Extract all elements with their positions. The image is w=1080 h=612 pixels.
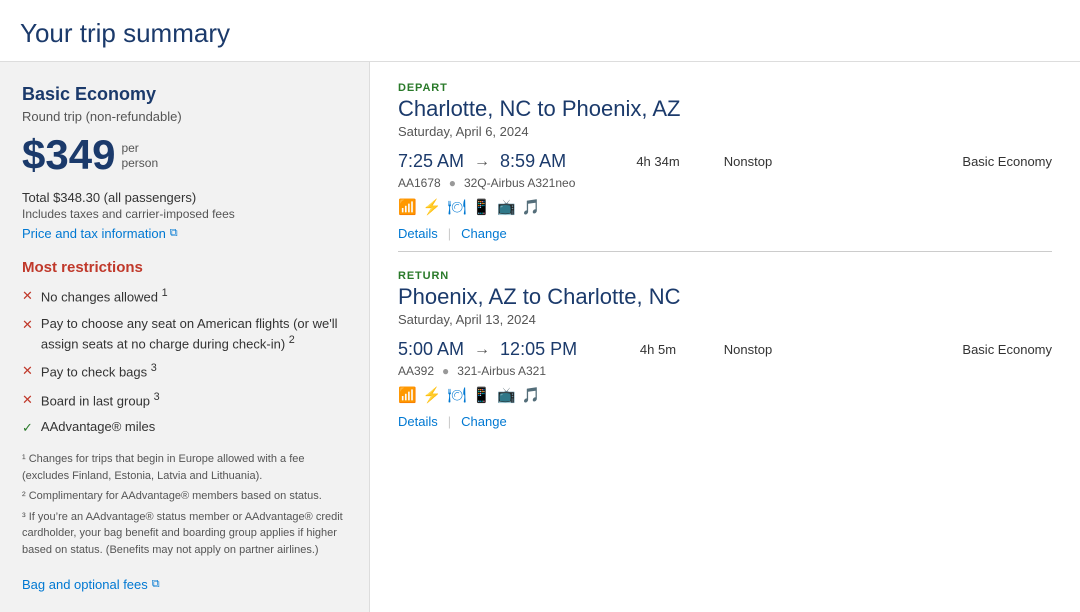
price-amount: $349: [22, 134, 115, 176]
restriction-item: ✕ Board in last group 3: [22, 390, 347, 411]
tv-icon: 📺: [497, 386, 516, 404]
restriction-item: ✕ No changes allowed 1: [22, 286, 347, 307]
depart-duration: 4h 34m: [618, 154, 698, 169]
return-duration: 4h 5m: [618, 342, 698, 357]
depart-meta: AA1678 ● 32Q-Airbus A321neo: [398, 176, 1052, 190]
return-date: Saturday, April 13, 2024: [398, 312, 1052, 327]
depart-details-link[interactable]: Details: [398, 226, 438, 241]
return-aircraft: 321-Airbus A321: [457, 364, 546, 378]
depart-times: 7:25 AM → 8:59 AM: [398, 151, 618, 172]
advantage-miles-item: ✓ AAdvantage® miles: [22, 418, 347, 437]
return-arrive-time: 12:05 PM: [500, 339, 577, 360]
external-link-icon: ⧉: [170, 227, 178, 240]
x-icon: ✕: [22, 362, 33, 380]
left-panel: Basic Economy Round trip (non-refundable…: [0, 62, 370, 612]
return-flight-row: 5:00 AM → 12:05 PM 4h 5m Nonstop Basic E…: [398, 339, 1052, 360]
check-icon: ✓: [22, 419, 33, 437]
depart-actions: Details | Change: [398, 226, 1052, 241]
right-panel: DEPART Charlotte, NC to Phoenix, AZ Satu…: [370, 62, 1080, 612]
wifi-icon: 📶: [398, 198, 417, 216]
return-flight-number: AA392: [398, 364, 434, 378]
power-icon: ⚡: [423, 386, 442, 404]
bag-fees-link[interactable]: Bag and optional fees ⧉: [22, 577, 160, 592]
x-icon: ✕: [22, 287, 33, 305]
return-route: Phoenix, AZ to Charlotte, NC: [398, 284, 1052, 310]
device-icon: 📱: [472, 386, 491, 404]
depart-section: DEPART Charlotte, NC to Phoenix, AZ Satu…: [398, 82, 1052, 241]
external-link-icon: ⧉: [152, 578, 160, 591]
depart-time: 7:25 AM: [398, 151, 464, 172]
fare-title: Basic Economy: [22, 84, 347, 105]
depart-direction-label: DEPART: [398, 82, 1052, 94]
music-icon: 🎵: [522, 386, 541, 404]
depart-amenities: 📶 ⚡ 🍽 📱 📺 🎵: [398, 198, 1052, 216]
depart-flight-row: 7:25 AM → 8:59 AM 4h 34m Nonstop Basic E…: [398, 151, 1052, 172]
price-row: $349 per person: [22, 134, 347, 176]
depart-route: Charlotte, NC to Phoenix, AZ: [398, 96, 1052, 122]
total-label: Total $348.30 (all passengers): [22, 190, 347, 205]
return-direction-label: RETURN: [398, 270, 1052, 282]
restriction-item: ✕ Pay to check bags 3: [22, 361, 347, 382]
device-icon: 📱: [472, 198, 491, 216]
x-icon: ✕: [22, 391, 33, 409]
restriction-item: ✕ Pay to choose any seat on American fli…: [22, 315, 347, 354]
depart-fare-class: Basic Economy: [798, 154, 1052, 169]
x-icon: ✕: [22, 316, 33, 334]
footnotes: ¹ Changes for trips that begin in Europe…: [22, 451, 347, 558]
includes-label: Includes taxes and carrier-imposed fees: [22, 207, 347, 221]
return-amenities: 📶 ⚡ 🍽 📱 📺 🎵: [398, 386, 1052, 404]
food-icon: 🍽: [447, 386, 466, 404]
depart-change-link[interactable]: Change: [461, 226, 507, 241]
return-meta: AA392 ● 321-Airbus A321: [398, 364, 1052, 378]
return-details-link[interactable]: Details: [398, 414, 438, 429]
music-icon: 🎵: [522, 198, 541, 216]
return-depart-time: 5:00 AM: [398, 339, 464, 360]
price-per: per person: [121, 141, 158, 176]
return-times: 5:00 AM → 12:05 PM: [398, 339, 618, 360]
return-fare-class: Basic Economy: [798, 342, 1052, 357]
depart-aircraft: 32Q-Airbus A321neo: [464, 176, 575, 190]
restrictions-title: Most restrictions: [22, 259, 347, 276]
page-title: Your trip summary: [0, 0, 1080, 62]
return-section: RETURN Phoenix, AZ to Charlotte, NC Satu…: [398, 251, 1052, 429]
return-change-link[interactable]: Change: [461, 414, 507, 429]
depart-date: Saturday, April 6, 2024: [398, 124, 1052, 139]
price-tax-link[interactable]: Price and tax information ⧉: [22, 226, 178, 241]
arrive-time: 8:59 AM: [500, 151, 566, 172]
arrow-icon: →: [474, 341, 490, 359]
tv-icon: 📺: [497, 198, 516, 216]
arrow-icon: →: [474, 153, 490, 171]
depart-nonstop: Nonstop: [698, 154, 798, 169]
wifi-icon: 📶: [398, 386, 417, 404]
return-nonstop: Nonstop: [698, 342, 798, 357]
depart-flight-number: AA1678: [398, 176, 441, 190]
power-icon: ⚡: [423, 198, 442, 216]
return-actions: Details | Change: [398, 414, 1052, 429]
food-icon: 🍽: [447, 198, 466, 216]
round-trip-label: Round trip (non-refundable): [22, 109, 347, 124]
